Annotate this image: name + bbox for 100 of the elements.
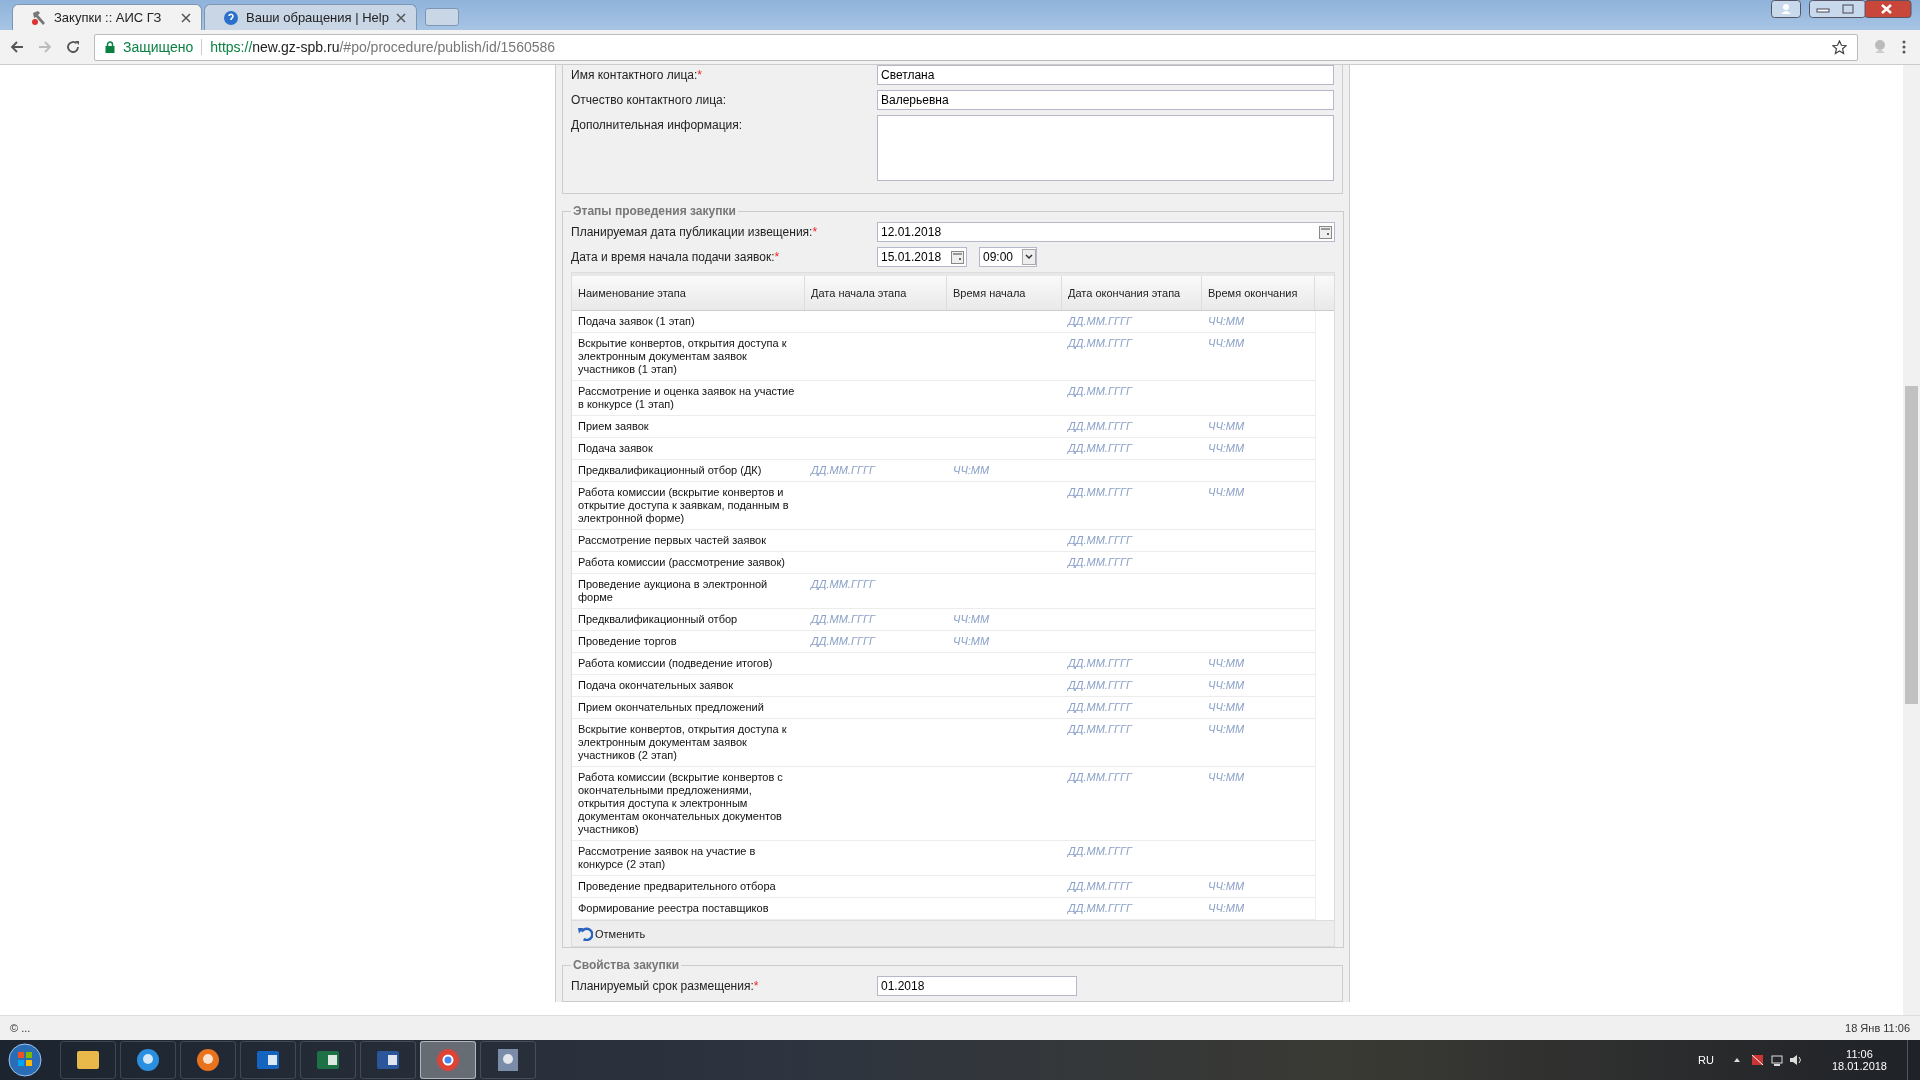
help-icon [223, 9, 239, 26]
table-cell[interactable]: ДД.ММ.ГГГГ [1068, 723, 1132, 735]
table-cell[interactable]: ДД.ММ.ГГГГ [1068, 679, 1132, 691]
table-cell[interactable]: ЧЧ:ММ [1208, 486, 1245, 498]
table-cell[interactable]: ДД.ММ.ГГГГ [1068, 534, 1132, 546]
clock-date[interactable]: 18.01.2018 [1831, 1060, 1887, 1072]
table-cell[interactable]: ДД.ММ.ГГГГ [1068, 845, 1132, 857]
star-icon[interactable] [1832, 39, 1847, 55]
taskbar-app[interactable] [240, 1041, 296, 1079]
table-cell[interactable]: ЧЧ:ММ [1208, 771, 1245, 783]
table-cell[interactable]: ЧЧ:ММ [1208, 679, 1245, 691]
browser-icon [434, 1046, 462, 1074]
url-text[interactable]: https://new.gz-spb.ru/#po/procedure/publish/id/1560586 [210, 39, 556, 55]
column-header[interactable]: Время начала [947, 276, 1062, 310]
security-label: Защищено [123, 39, 194, 55]
field-label: Планируемая дата публикации извещения:* [571, 224, 819, 239]
caret-icon[interactable] [1022, 249, 1036, 265]
menu-icon[interactable] [1902, 40, 1906, 54]
table-cell[interactable]: ЧЧ:ММ [953, 613, 990, 625]
calendar-icon[interactable] [951, 250, 964, 264]
table-cell-text: Предквалификационный отбор [577, 612, 739, 627]
reload-icon[interactable] [66, 40, 80, 54]
input-field[interactable]: Валерьевна [877, 90, 1334, 110]
table-cell-text: Проведение аукциона в электронной форме [577, 577, 769, 605]
table-cell-text: Формирование реестра поставщиков [577, 901, 770, 916]
table-cell[interactable]: ЧЧ:ММ [1208, 315, 1245, 327]
section-title: Этапы проведения закупки [572, 204, 737, 218]
table-cell[interactable]: ДД.ММ.ГГГГ [1068, 442, 1132, 454]
browser-tab[interactable]: Закупки :: АИС ГЗ [12, 4, 202, 30]
taskbar-app[interactable] [180, 1041, 236, 1079]
column-header[interactable]: Дата начала этапа [805, 276, 947, 310]
user-icon[interactable] [1771, 0, 1801, 18]
table-cell-text: Проведение предварительного отбора [577, 879, 777, 894]
clock-time[interactable]: 11:06 [1846, 1048, 1873, 1060]
table-cell[interactable]: ДД.ММ.ГГГГ [1068, 880, 1132, 892]
scrollbar[interactable] [1903, 65, 1920, 1015]
table-cell[interactable]: ДД.ММ.ГГГГ [1068, 556, 1132, 568]
table-cell[interactable]: ЧЧ:ММ [953, 464, 990, 476]
table-cell[interactable]: ДД.ММ.ГГГГ [1068, 385, 1132, 397]
table-cell[interactable]: ЧЧ:ММ [1208, 442, 1245, 454]
field-label: Дата и время начала подачи заявок:* [571, 249, 781, 264]
table-cell[interactable]: ДД.ММ.ГГГГ [1068, 315, 1132, 327]
table-cell[interactable]: ЧЧ:ММ [1208, 420, 1245, 432]
input-field[interactable]: Светлана [877, 65, 1334, 85]
close-icon[interactable] [395, 12, 406, 23]
address-bar[interactable]: Защищено https://new.gz-spb.ru/#po/procedure/publish/id/1560586 [94, 33, 1858, 61]
field-label: Имя контактного лица:* [571, 67, 703, 82]
table-cell[interactable]: ДД.ММ.ГГГГ [811, 635, 875, 647]
language-indicator[interactable]: RU [1698, 1054, 1714, 1066]
browser-tab[interactable]: Ваши обращения | Help [204, 4, 417, 30]
table-cell[interactable]: ДД.ММ.ГГГГ [811, 613, 875, 625]
column-header[interactable]: Время окончания [1202, 276, 1315, 310]
table-cell[interactable]: ЧЧ:ММ [953, 635, 990, 647]
table-cell[interactable]: ЧЧ:ММ [1208, 701, 1245, 713]
date-field[interactable]: 15.01.2018 [877, 247, 967, 267]
back-icon[interactable] [10, 40, 24, 54]
table-cell[interactable]: ДД.ММ.ГГГГ [1068, 486, 1132, 498]
column-header[interactable]: Дата окончания этапа [1062, 276, 1202, 310]
table-cell[interactable]: ЧЧ:ММ [1208, 337, 1245, 349]
column-header[interactable]: Наименование этапа [572, 276, 805, 310]
table-cell[interactable]: ДД.ММ.ГГГГ [1068, 771, 1132, 783]
start-button[interactable] [8, 1043, 42, 1077]
taskbar-app[interactable] [300, 1041, 356, 1079]
taskbar-app[interactable] [60, 1041, 116, 1079]
table-cell[interactable]: ЧЧ:ММ [1208, 723, 1245, 735]
window-controls-drawing[interactable] [1809, 0, 1912, 18]
time-dropdown[interactable]: 09:00 [979, 247, 1037, 267]
table-cell-text: Вскрытие конвертов, открытия доступа к электронным документам заявок участников (2 этап) [577, 722, 788, 763]
hammer-icon [31, 9, 47, 26]
table-cell-text: Подача окончательных заявок [577, 678, 734, 693]
table-cell[interactable]: ДД.ММ.ГГГГ [1068, 701, 1132, 713]
taskbar-app[interactable] [120, 1041, 176, 1079]
taskbar-app[interactable] [480, 1041, 536, 1079]
table-cell[interactable]: ДД.ММ.ГГГГ [1068, 337, 1132, 349]
close-icon[interactable] [181, 12, 191, 23]
browser-icon [134, 1046, 162, 1074]
table-cell-text: Проведение торгов [577, 634, 678, 649]
table-cell[interactable]: ЧЧ:ММ [1208, 902, 1245, 914]
table-cell-text: Прием заявок [577, 419, 650, 434]
table-cell[interactable]: ДД.ММ.ГГГГ [1068, 420, 1132, 432]
browser-icon [194, 1046, 222, 1074]
table-cell[interactable]: ЧЧ:ММ [1208, 657, 1245, 669]
table-cell[interactable]: ЧЧ:ММ [1208, 880, 1245, 892]
input-field[interactable]: 01.2018 [877, 976, 1077, 996]
date-field[interactable]: 12.01.2018 [877, 222, 1335, 242]
calendar-icon[interactable] [1319, 225, 1332, 239]
table-cell-text: Работа комиссии (подведение итогов) [577, 656, 774, 671]
table-cell[interactable]: ДД.ММ.ГГГГ [811, 464, 875, 476]
status-text: © ... [10, 1022, 31, 1034]
lock-icon [105, 41, 115, 53]
table-cell-text: Подача заявок [577, 441, 654, 456]
table-cell[interactable]: ДД.ММ.ГГГГ [811, 578, 875, 590]
field-label: Отчество контактного лица: [571, 92, 728, 107]
table-cell[interactable]: ДД.ММ.ГГГГ [1068, 902, 1132, 914]
table-cell[interactable]: ДД.ММ.ГГГГ [1068, 657, 1132, 669]
taskbar-app[interactable] [360, 1041, 416, 1079]
table-cell-text: Работа комиссии (вскрытие конвертов и открытие доступа к заявкам, поданным в электронной форме) [577, 485, 790, 526]
status-text: 18 Янв 11:06 [1845, 1022, 1910, 1034]
cancel-button[interactable]: Отменить [576, 924, 648, 943]
table-cell-text: Рассмотрение заявок на участие в конкурсе (2 этап) [577, 844, 757, 872]
